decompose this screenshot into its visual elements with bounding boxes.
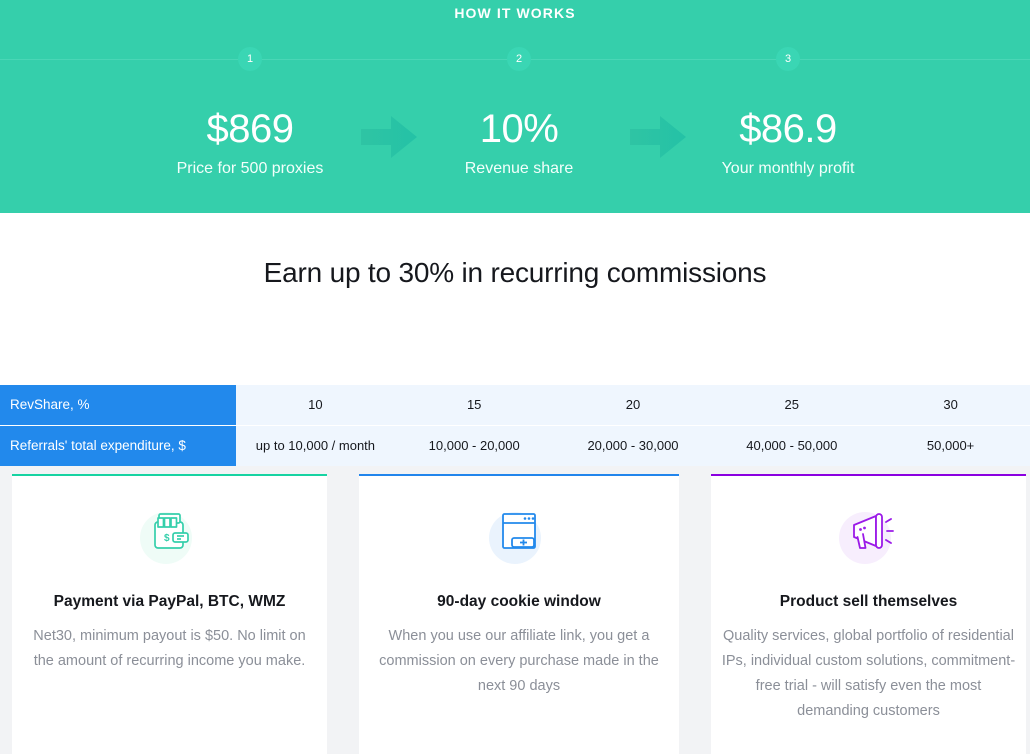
table-cell: 30 [943,397,958,412]
card-accent-line [711,474,1026,476]
table-cell: 15 [466,397,482,412]
table-row: RevShare, % 10 15 20 25 30 [0,385,1030,425]
table-cell: 20,000 - 30,000 [587,438,679,453]
table-cell: 25 [784,397,800,412]
card-description: Quality services, global portfolio of re… [721,628,1016,719]
arrow-right-icon [630,114,686,160]
step-3-label: Your monthly profit [721,160,855,177]
table-cell: 10,000 - 20,000 [428,438,520,453]
step-1-label: Price for 500 proxies [176,160,324,177]
feature-cards-section: $ Payment via PayPal, BTC, WMZ Net30, mi… [0,466,1030,754]
feature-card-cookie: 90-day cookie window When you use our af… [359,474,679,754]
step-1-badge: 1 [238,47,262,71]
page-title: Earn up to 30% in recurring commissions [263,257,767,288]
wallet-icon: $ [138,500,202,564]
svg-text:$: $ [164,533,170,544]
table-cells-revshare: 10 15 20 25 30 [236,385,1030,425]
table-cell: up to 10,000 / month [255,438,376,453]
megaphone-icon [837,500,901,564]
browser-window-icon [487,500,551,564]
step-2-badge: 2 [507,47,531,71]
card-description: When you use our affiliate link, you get… [379,628,659,694]
revshare-table: RevShare, % 10 15 20 25 30 Referrals' to… [0,385,1030,466]
step-1-value: $869 [206,107,294,151]
table-cell: 40,000 - 50,000 [746,438,838,453]
table-cell: 50,000+ [926,438,975,453]
arrow-right-icon [361,114,417,160]
commissions-section: Earn up to 30% in recurring commissions [0,213,1030,385]
card-title: Product sell themselves [779,593,958,610]
card-accent-line [12,474,327,476]
table-row-header-expenditure: Referrals' total expenditure, $ [0,426,236,466]
step-2-value: 10% [479,107,559,151]
table-cell: 20 [625,397,641,412]
steps-row: 1 $869 Price for 500 proxies 2 10% Reven… [0,0,1030,213]
card-accent-line [359,474,679,476]
table-cells-expenditure: up to 10,000 / month 10,000 - 20,000 20,… [236,426,1030,466]
table-row: Referrals' total expenditure, $ up to 10… [0,426,1030,466]
card-description: Net30, minimum payout is $50. No limit o… [33,628,306,669]
how-it-works-section: HOW IT WORKS 1 $869 Price for 500 proxie… [0,0,1030,213]
card-title: 90-day cookie window [437,593,601,610]
card-title: Payment via PayPal, BTC, WMZ [53,593,286,610]
step-3-badge: 3 [776,47,800,71]
feature-card-payment: $ Payment via PayPal, BTC, WMZ Net30, mi… [12,474,327,754]
step-2-label: Revenue share [464,160,574,177]
table-cell: 10 [308,397,323,412]
table-row-header-revshare: RevShare, % [0,385,236,425]
step-3-value: $86.9 [739,107,837,151]
feature-card-product: Product sell themselves Quality services… [711,474,1026,754]
